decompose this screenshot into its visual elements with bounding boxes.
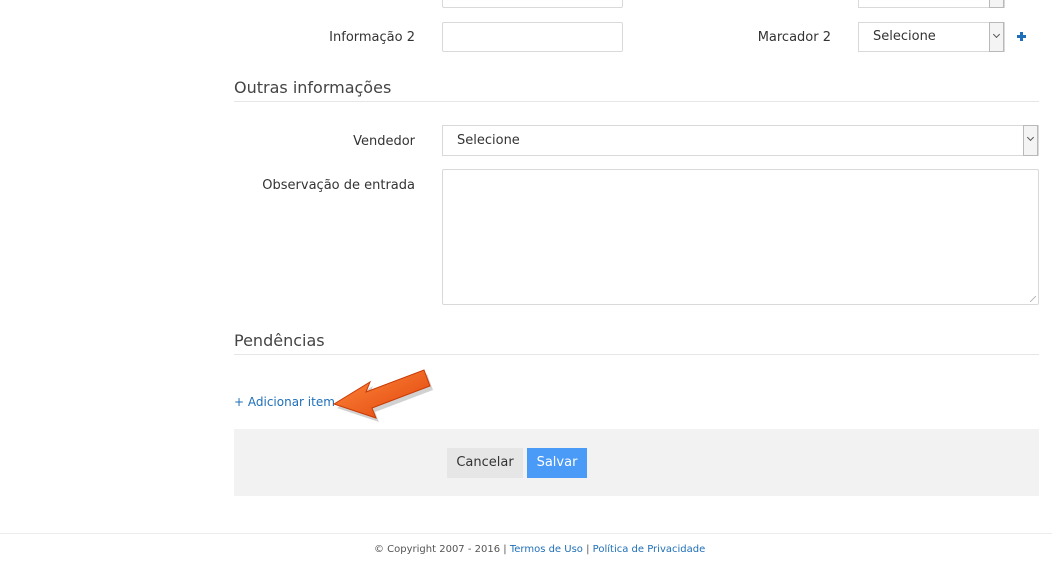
seller-select[interactable]: Selecione [442, 125, 1039, 156]
marker1-select-partial[interactable] [858, 0, 1005, 8]
copyright-line: © Copyright 2007 - 2016 | Termos de Uso … [374, 544, 705, 555]
form-actions-bar [234, 429, 1039, 496]
info1-input-partial[interactable] [442, 0, 623, 8]
footer-divider [0, 533, 1052, 534]
info2-input[interactable] [442, 22, 623, 52]
entry-note-label: Observação de entrada [262, 178, 415, 193]
other-info-section-title: Outras informações [234, 78, 392, 97]
section-divider [234, 101, 1039, 102]
resize-handle-icon[interactable] [1030, 296, 1036, 302]
terms-link[interactable]: Termos de Uso [510, 544, 583, 555]
footer-separator: | [586, 544, 590, 555]
chevron-down-icon [989, 22, 1004, 52]
pending-section-title: Pendências [234, 331, 325, 350]
footer-separator: | [503, 544, 507, 555]
copyright-text: © Copyright 2007 - 2016 [374, 544, 501, 555]
info2-label: Informação 2 [329, 30, 415, 45]
save-button[interactable]: Salvar [527, 448, 587, 478]
marker2-select[interactable]: Selecione [858, 22, 1005, 52]
arrow-pointer-icon [332, 369, 433, 422]
cancel-button[interactable]: Cancelar [447, 448, 523, 478]
entry-note-textarea[interactable] [442, 169, 1039, 305]
marker2-select-value: Selecione [873, 29, 936, 44]
section-divider [234, 354, 1039, 355]
plus-icon[interactable] [1015, 29, 1031, 45]
marker2-label: Marcador 2 [757, 30, 831, 45]
chevron-down-icon [1023, 125, 1038, 156]
privacy-link[interactable]: Política de Privacidade [593, 544, 706, 555]
add-item-link[interactable]: + Adicionar item [234, 395, 335, 409]
chevron-down-icon [989, 0, 1004, 8]
seller-select-value: Selecione [457, 133, 520, 148]
seller-label: Vendedor [353, 134, 415, 149]
